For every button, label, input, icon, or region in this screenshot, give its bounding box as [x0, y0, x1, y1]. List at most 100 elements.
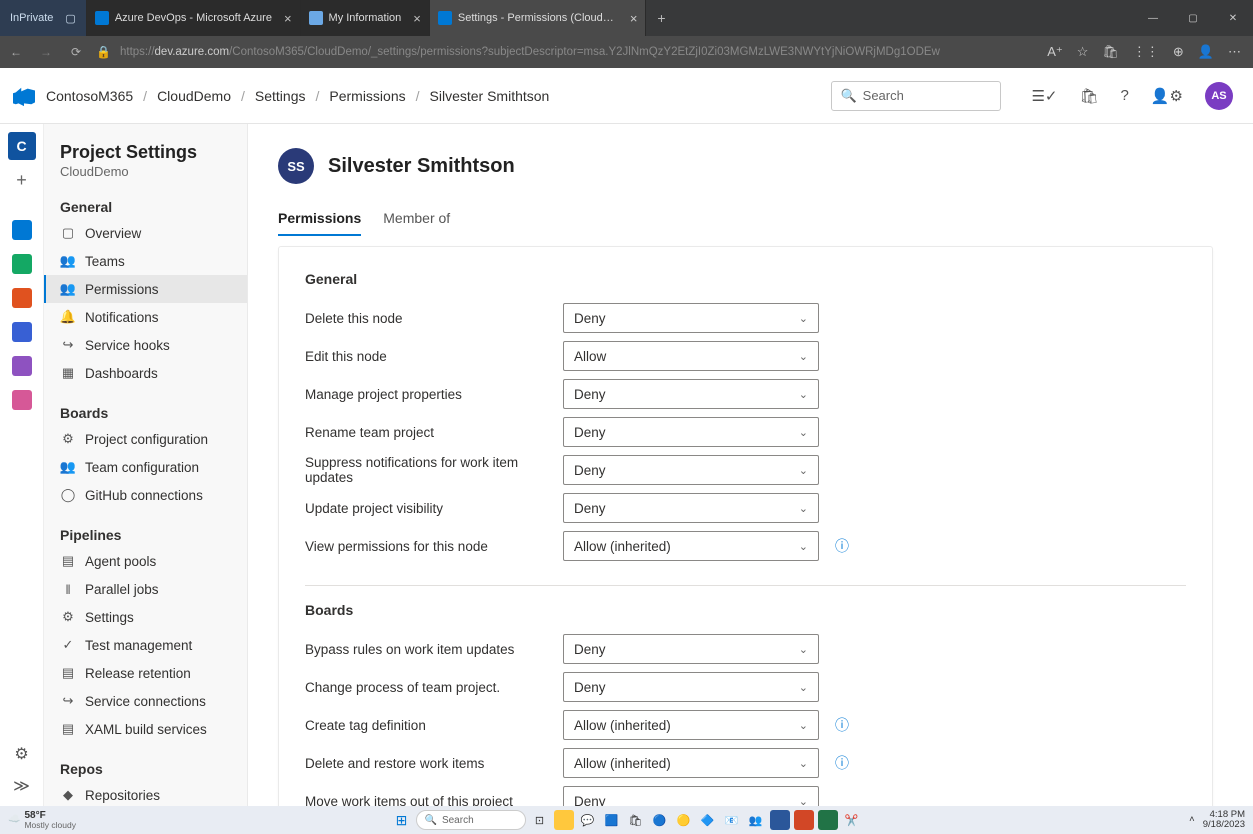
breadcrumb-project[interactable]: CloudDemo [157, 88, 231, 104]
tray-chevron-icon[interactable]: ˄ [1189, 815, 1195, 825]
rail-project[interactable]: C [8, 132, 36, 160]
maximize-button[interactable]: ▢ [1173, 0, 1213, 36]
excel-icon[interactable] [818, 810, 838, 830]
sidebar-item-service-hooks[interactable]: ↪Service hooks [44, 331, 247, 359]
sidebar-item-permissions[interactable]: 👥Permissions [44, 275, 247, 303]
sidebar-item-agent-pools[interactable]: ▤Agent pools [44, 547, 247, 575]
new-tab-button[interactable]: + [646, 0, 676, 36]
sidebar-item-release-retention[interactable]: ▤Release retention [44, 659, 247, 687]
store-icon[interactable]: 🛍 [626, 810, 646, 830]
profile-icon[interactable]: 👤 [1198, 44, 1214, 60]
perm-section-general: GeneralDelete this nodeDeny⌄Edit this no… [305, 271, 1186, 565]
rail-repos-icon[interactable] [8, 284, 36, 312]
breadcrumb-org[interactable]: ContosoM365 [46, 88, 133, 104]
rail-artifacts-icon[interactable] [8, 386, 36, 414]
task-view-icon[interactable]: ⊡ [530, 810, 550, 830]
sidebar-item-overview[interactable]: ▢Overview [44, 219, 247, 247]
breadcrumb-sep: / [416, 88, 420, 104]
user-settings-icon[interactable]: 👤⚙ [1151, 87, 1183, 105]
forward-button[interactable]: → [36, 45, 56, 59]
word-icon[interactable] [770, 810, 790, 830]
refresh-button[interactable]: ⟳ [66, 45, 86, 59]
taskbar-search[interactable]: 🔍 Search [416, 810, 526, 830]
tab-close-icon[interactable]: × [413, 11, 421, 26]
rail-collapse-icon[interactable]: ≫ [13, 776, 30, 796]
perm-select[interactable]: Deny⌄ [563, 417, 819, 447]
tab-member-of[interactable]: Member of [383, 202, 450, 236]
powerpoint-icon[interactable] [794, 810, 814, 830]
url-display[interactable]: https://dev.azure.com/ContosoM365/CloudD… [120, 46, 1037, 58]
help-icon[interactable]: ? [1121, 87, 1129, 104]
perm-select[interactable]: Deny⌄ [563, 379, 819, 409]
browser-tab[interactable]: My Information × [301, 0, 430, 36]
perm-select[interactable]: Deny⌄ [563, 303, 819, 333]
rail-boards-icon[interactable] [8, 250, 36, 278]
extensions-icon[interactable]: ⋮⋮ [1133, 44, 1159, 60]
tab-permissions[interactable]: Permissions [278, 202, 361, 236]
user-avatar[interactable]: AS [1205, 82, 1233, 110]
rail-pipelines-icon[interactable] [8, 318, 36, 346]
teams-icon: 👥 [60, 253, 76, 269]
back-button[interactable]: ← [6, 45, 26, 59]
read-aloud-icon[interactable]: A⁺ [1047, 44, 1063, 60]
browser-tab-active[interactable]: Settings - Permissions (CloudDe... × [430, 0, 647, 36]
rail-settings-icon[interactable]: ⚙ [14, 744, 28, 764]
tab-close-icon[interactable]: × [630, 11, 638, 26]
sidebar-item-team-configuration[interactable]: 👥Team configuration [44, 453, 247, 481]
perm-select[interactable]: Deny⌄ [563, 455, 819, 485]
perm-select[interactable]: Allow⌄ [563, 341, 819, 371]
sidebar-item-xaml-build-services[interactable]: ▤XAML build services [44, 715, 247, 743]
outlook-icon[interactable]: 📧 [722, 810, 742, 830]
tab-close-icon[interactable]: × [284, 11, 292, 26]
sidebar-item-teams[interactable]: 👥Teams [44, 247, 247, 275]
chat-icon[interactable]: 💬 [578, 810, 598, 830]
ado-logo-icon[interactable] [12, 84, 36, 108]
perm-select[interactable]: Deny⌄ [563, 634, 819, 664]
subject-name: Silvester Smithtson [328, 155, 515, 178]
perm-select[interactable]: Deny⌄ [563, 672, 819, 702]
rail-overview-icon[interactable] [8, 216, 36, 244]
breadcrumb-user[interactable]: Silvester Smithtson [430, 88, 550, 104]
more-icon[interactable]: ⋯ [1228, 44, 1241, 60]
search-input[interactable]: 🔍 Search [831, 81, 1001, 111]
chrome-icon[interactable]: 🟡 [674, 810, 694, 830]
close-window-button[interactable]: ✕ [1213, 0, 1253, 36]
sidebar-item-parallel-jobs[interactable]: ‖Parallel jobs [44, 575, 247, 603]
sidebar-item-test-management[interactable]: ✓Test management [44, 631, 247, 659]
favorites-icon[interactable]: ☆ [1077, 44, 1089, 60]
edge2-icon[interactable]: 🔷 [698, 810, 718, 830]
breadcrumb-permissions[interactable]: Permissions [329, 88, 405, 104]
snip-icon[interactable]: ✂️ [842, 810, 862, 830]
browser-tab[interactable]: Azure DevOps - Microsoft Azure × [87, 0, 301, 36]
perm-select[interactable]: Allow (inherited)⌄ [563, 748, 819, 778]
edge-icon[interactable]: 🔵 [650, 810, 670, 830]
collections-icon[interactable]: ⊕ [1173, 44, 1184, 60]
minimize-button[interactable]: — [1133, 0, 1173, 36]
sidebar-item-github-connections[interactable]: ◯GitHub connections [44, 481, 247, 509]
copilot-icon[interactable]: 🟦 [602, 810, 622, 830]
perm-select[interactable]: Deny⌄ [563, 493, 819, 523]
start-button[interactable]: ⊞ [392, 810, 412, 830]
sidebar-item-settings[interactable]: ⚙Settings [44, 603, 247, 631]
explorer-icon[interactable] [554, 810, 574, 830]
work-items-icon[interactable]: ☰✓ [1031, 87, 1057, 105]
breadcrumb-settings[interactable]: Settings [255, 88, 306, 104]
sidebar-item-repositories[interactable]: ◆Repositories [44, 781, 247, 806]
sidebar-item-service-connections[interactable]: ↪Service connections [44, 687, 247, 715]
info-icon[interactable]: ⓘ [835, 753, 849, 773]
weather-widget[interactable]: ☁️ 58°F Mostly cloudy [8, 811, 76, 830]
info-icon[interactable]: ⓘ [835, 715, 849, 735]
info-icon[interactable]: ⓘ [835, 536, 849, 556]
sidebar-item-dashboards[interactable]: ▦Dashboards [44, 359, 247, 387]
sidebar: Project Settings CloudDemo General▢Overv… [44, 124, 248, 806]
sidebar-item-project-configuration[interactable]: ⚙Project configuration [44, 425, 247, 453]
marketplace-icon[interactable]: 🛍 [1079, 87, 1098, 105]
perm-select[interactable]: Allow (inherited)⌄ [563, 710, 819, 740]
rail-testplans-icon[interactable] [8, 352, 36, 380]
perm-select[interactable]: Deny⌄ [563, 786, 819, 806]
perm-select[interactable]: Allow (inherited)⌄ [563, 531, 819, 561]
sidebar-item-notifications[interactable]: 🔔Notifications [44, 303, 247, 331]
cart-icon[interactable]: 🛍 [1102, 44, 1119, 60]
rail-add-icon[interactable]: + [8, 166, 36, 194]
teams-icon[interactable]: 👥 [746, 810, 766, 830]
